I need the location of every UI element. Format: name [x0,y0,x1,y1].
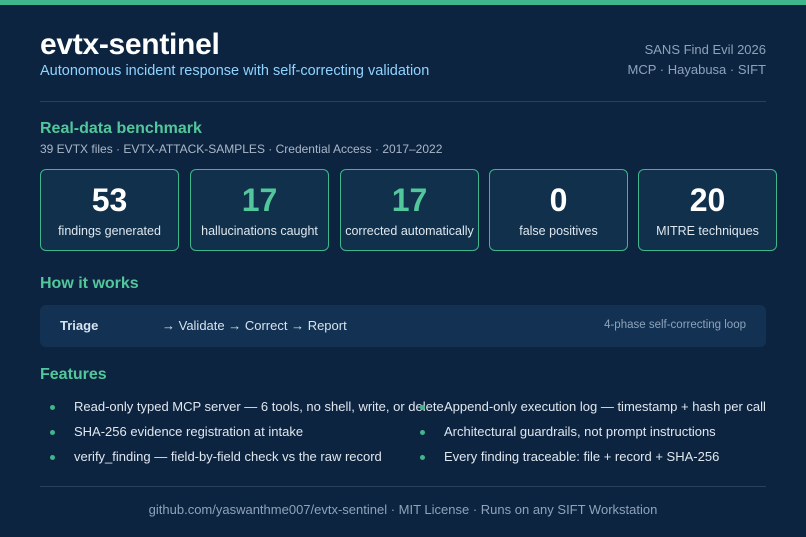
feature-text: Read-only typed MCP server — 6 tools, no… [74,399,444,414]
features-heading: Features [40,366,107,383]
footer-text: github.com/yaswanthme007/evtx-sentinel ·… [148,502,658,517]
stats-row: 53 findings generated 17 hallucinations … [40,169,777,251]
benchmark-heading: Real-data benchmark [40,120,202,137]
stat-card-hallucinations: 17 hallucinations caught [190,169,329,251]
feature-text: Append-only execution log — timestamp + … [444,399,766,414]
feature-text: Architectural guardrails, not prompt ins… [444,424,716,439]
stat-label: MITRE techniques [656,224,759,238]
tech-stack: MCP · Hayabusa · SIFT [627,62,766,77]
bullet-icon [50,455,55,460]
benchmark-caption: 39 EVTX files · EVTX-ATTACK-SAMPLES · Cr… [40,142,443,156]
feature-text: Every finding traceable: file + record +… [444,449,720,464]
stat-label: corrected automatically [345,224,474,238]
feature-text: SHA-256 evidence registration at intake [74,424,304,439]
stat-value: 53 [91,182,128,218]
bullet-icon [50,405,55,410]
page-subtitle: Autonomous incident response with self-c… [40,63,430,79]
bullet-icon [50,430,55,435]
bullet-icon [420,430,425,435]
event-name: SANS Find Evil 2026 [644,42,766,57]
bullet-icon [420,455,425,460]
workflow-panel: Triage → Validate → Correct → Report 4-p… [40,305,766,347]
header-meta: SANS Find Evil 2026 MCP · Hayabusa · SIF… [628,40,766,80]
stat-value: 17 [391,182,428,218]
stat-card-findings: 53 findings generated [40,169,179,251]
features-list: Read-only typed MCP server — 6 tools, no… [40,395,766,470]
feature-text: verify_finding — field-by-field check vs… [74,449,382,464]
stat-card-corrected: 17 corrected automatically [340,169,479,251]
footer-divider [40,486,766,487]
workflow-note: 4-phase self-correcting loop [604,319,746,331]
stat-label: hallucinations caught [201,224,318,238]
bullet-icon [420,405,425,410]
stat-card-mitre: 20 MITRE techniques [638,169,777,251]
stat-label: false positives [519,224,598,238]
workflow-first-step: Triage [60,318,99,333]
header: evtx-sentinel Autonomous incident respon… [40,28,766,102]
top-accent-stripe [0,0,806,5]
page-title: evtx-sentinel [40,28,220,61]
stat-value: 17 [241,182,278,218]
stat-value: 20 [689,182,726,218]
stat-card-false-positives: 0 false positives [489,169,628,251]
workflow-steps: → Validate → Correct → Report [162,318,347,333]
stat-value: 0 [549,182,568,218]
header-divider [40,101,766,102]
how-it-works-heading: How it works [40,275,139,292]
stat-label: findings generated [58,224,161,238]
